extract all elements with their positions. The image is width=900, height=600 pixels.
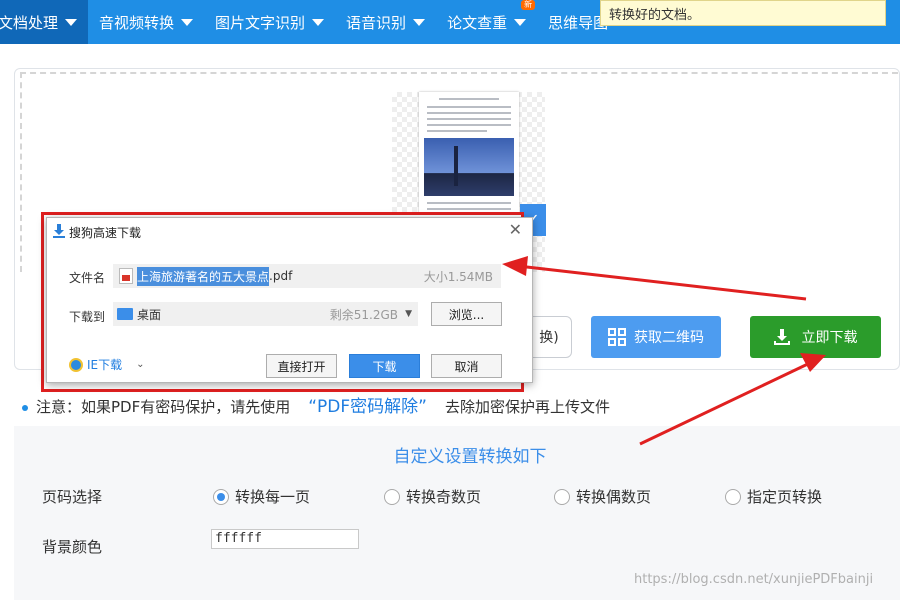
watermark: https://blog.csdn.net/xunjiePDFbainji (634, 572, 874, 587)
document-photo (424, 138, 514, 196)
doc-line (439, 98, 499, 100)
pdf-unlock-link[interactable]: “PDF密码解除” (308, 397, 427, 417)
caret-down-icon (312, 18, 325, 26)
nav-item-voice[interactable]: 语音识别 (335, 0, 436, 44)
radio-label: 转换每一页 (235, 488, 311, 506)
radio-circle[interactable] (213, 488, 229, 505)
file-size: 大小1.54MB (423, 269, 493, 284)
caret-down-icon (181, 18, 194, 26)
ie-download-label: IE下载 (87, 358, 123, 372)
qr-code-icon (608, 328, 626, 346)
nav-label: 图片文字识别 (215, 13, 306, 32)
get-qr-code-button[interactable]: 获取二维码 (591, 316, 721, 358)
desktop-icon (117, 308, 133, 320)
nav-item-doc[interactable]: 文档处理 (0, 0, 89, 44)
settings-title: 自定义设置转换如下 (393, 447, 547, 467)
password-note: 注意：如果PDF有密码保护，请先使用 “PDF密码解除” 去除加密保护再上传文件 (22, 392, 610, 417)
button-label: 立即下载 (801, 330, 858, 346)
doc-line (427, 124, 511, 126)
filename-selected: 上海旅游著名的五大景点 (137, 266, 270, 286)
page-select-label: 页码选择 (42, 488, 103, 506)
nav-label: 音视频转换 (99, 13, 175, 32)
doc-line (427, 118, 511, 120)
download-icon (53, 224, 65, 238)
filename-label: 文件名 (69, 271, 106, 285)
radio-circle[interactable] (554, 488, 570, 505)
close-icon[interactable]: ✕ (509, 220, 522, 239)
note-suffix: 去除加密保护再上传文件 (444, 398, 610, 416)
radio-circle[interactable] (725, 488, 741, 505)
radio-even-pages[interactable]: 转换偶数页 (554, 486, 651, 507)
dialog-title: 搜狗高速下载 (69, 226, 142, 240)
dropdown-arrow-icon: ▼ (405, 309, 412, 319)
filename-ext: .pdf (269, 269, 293, 283)
doc-line (427, 130, 487, 132)
caret-down-icon (65, 18, 78, 26)
filename-field[interactable]: 上海旅游著名的五大景点 .pdf 大小1.54MB (113, 264, 501, 288)
background-color-label: 背景颜色 (42, 538, 103, 556)
doc-line (427, 202, 511, 204)
radio-specified-pages[interactable]: 指定页转换 (725, 486, 822, 507)
tower-shape (454, 146, 458, 186)
nav-label: 论文查重 (447, 13, 508, 32)
tooltip: 转换好的文档。 (600, 0, 886, 26)
radio-label: 转换偶数页 (576, 488, 652, 506)
download-now-button[interactable]: 立即下载 (750, 316, 881, 358)
download-icon (773, 329, 790, 345)
sogou-download-dialog: 搜狗高速下载 ✕ 文件名 上海旅游著名的五大景点 .pdf 大小1.54MB 下载… (46, 217, 533, 383)
doc-line (427, 112, 511, 114)
folder-select[interactable]: 桌面 剩余51.2GB ▼ (113, 302, 418, 326)
caret-down-icon (413, 18, 426, 26)
ie-icon (69, 357, 83, 372)
note-prefix: 注意：如果PDF有密码保护，请先使用 (36, 398, 291, 416)
open-direct-button[interactable]: 直接打开 (266, 354, 337, 378)
save-to-label: 下载到 (69, 310, 106, 324)
nav-item-ocr[interactable]: 图片文字识别 (204, 0, 335, 44)
radio-every-page[interactable]: 转换每一页 (213, 486, 310, 507)
nav-item-plagiarism[interactable]: 论文查重 新 (436, 0, 537, 44)
bullet-dot (22, 404, 28, 411)
doc-line (427, 208, 511, 210)
radio-label: 指定页转换 (747, 488, 823, 506)
radio-label: 转换奇数页 (406, 488, 482, 506)
ie-download-link[interactable]: IE下载 ⌄ (69, 356, 145, 373)
folder-name: 桌面 (137, 307, 162, 322)
nav-item-av[interactable]: 音视频转换 (88, 0, 204, 44)
radio-circle[interactable] (384, 488, 400, 505)
document-thumbnail[interactable] (419, 92, 519, 232)
caret-down-icon (514, 18, 527, 26)
chevron-down-icon[interactable]: ⌄ (136, 359, 144, 370)
radio-odd-pages[interactable]: 转换奇数页 (384, 486, 481, 507)
pdf-file-icon (119, 268, 133, 284)
dialog-download-button[interactable]: 下载 (349, 354, 420, 378)
browse-button[interactable]: 浏览... (431, 302, 502, 326)
background-color-input[interactable]: ffffff (211, 529, 359, 549)
button-label: 获取二维码 (634, 330, 704, 346)
doc-line (427, 106, 511, 108)
cancel-button[interactable]: 取消 (431, 354, 502, 378)
nav-label: 文档处理 (0, 13, 59, 32)
nav-label: 语音识别 (346, 13, 407, 32)
new-badge: 新 (521, 0, 536, 10)
free-space: 剩余51.2GB (329, 307, 398, 322)
